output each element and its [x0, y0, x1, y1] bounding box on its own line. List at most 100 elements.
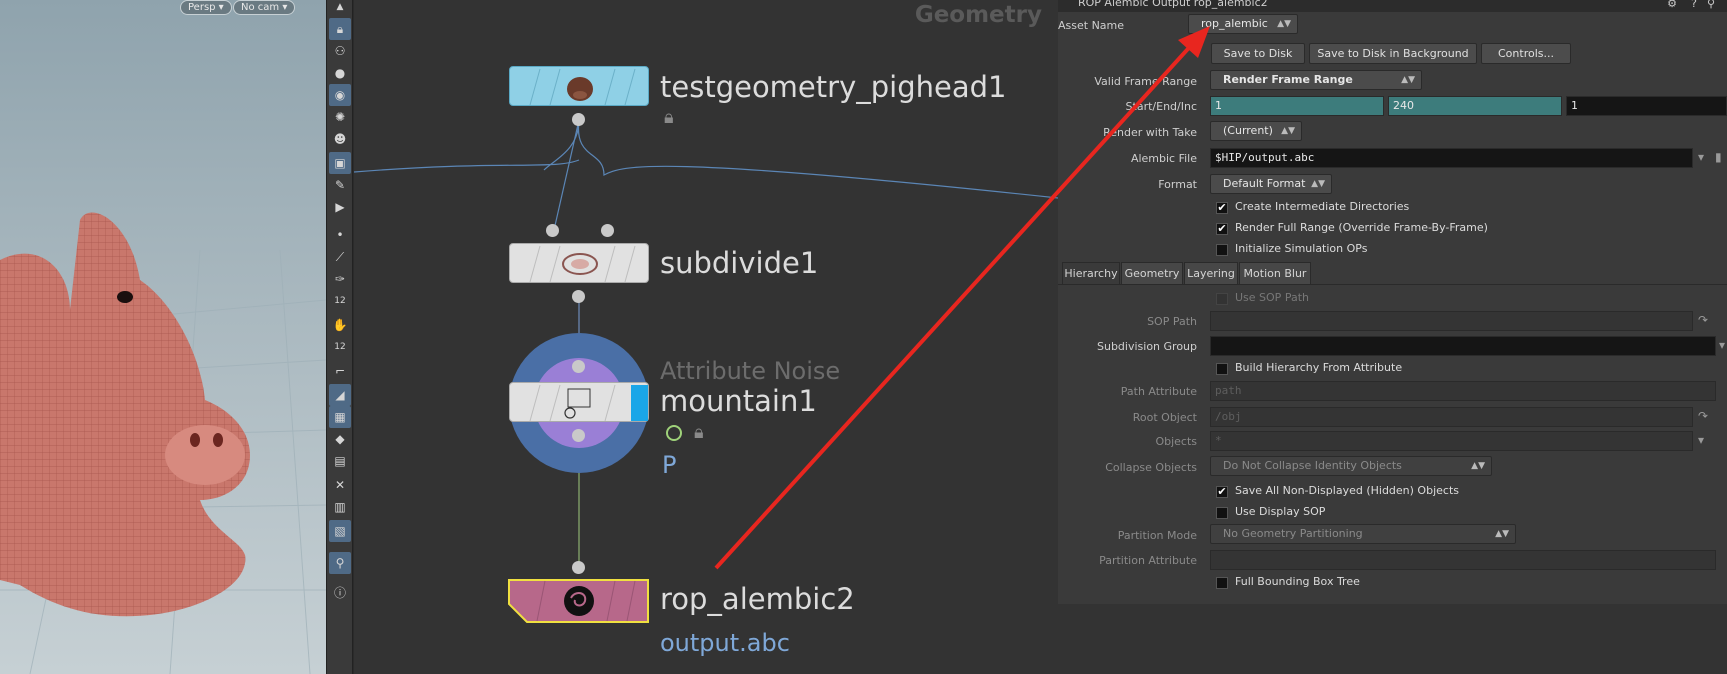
node-type-label: Attribute Noise: [660, 357, 841, 385]
file-browse-icon[interactable]: ▮: [1715, 150, 1722, 164]
numbers-icon[interactable]: 12: [329, 290, 351, 312]
brush-icon[interactable]: ✎: [329, 174, 351, 196]
camera-menu[interactable]: Persp ▾: [180, 0, 232, 15]
person-icon[interactable]: ☻: [329, 128, 351, 150]
controls-button[interactable]: Controls...: [1481, 43, 1571, 64]
network-editor[interactable]: Geometry testgeometry_pighead1 🔒︎ subdiv…: [354, 0, 1058, 674]
collapse-objects-menu[interactable]: Do Not Collapse Identity Objects ▲▼: [1210, 456, 1492, 476]
video-icon[interactable]: ▶: [329, 196, 351, 218]
display-icon[interactable]: ▥: [329, 496, 351, 518]
dot-icon[interactable]: •: [329, 224, 351, 246]
end-frame-field[interactable]: 240: [1388, 96, 1562, 116]
scroll-up-icon[interactable]: ▲: [329, 0, 351, 14]
no-cam-menu[interactable]: No cam ▾: [233, 0, 296, 15]
sphere-icon[interactable]: ●: [329, 62, 351, 84]
collapse-objects-label: Collapse Objects: [1105, 461, 1197, 474]
subdivision-group-field[interactable]: [1210, 336, 1716, 356]
full-bbox-label: Full Bounding Box Tree: [1235, 575, 1360, 588]
pighead-model: [0, 212, 250, 617]
format-menu[interactable]: Default Format ▲▼: [1210, 174, 1332, 194]
use-display-sop-checkbox[interactable]: [1216, 507, 1228, 519]
sop-path-label: SOP Path: [1147, 315, 1197, 328]
node-output-port[interactable]: [572, 290, 585, 303]
dropdown-icon[interactable]: ▾: [1698, 433, 1704, 447]
jump-icon[interactable]: ↷: [1698, 313, 1708, 327]
alembic-file-field[interactable]: $HIP/output.abc: [1210, 148, 1693, 168]
clock-icon[interactable]: [666, 425, 682, 441]
tab-hierarchy[interactable]: Hierarchy: [1062, 262, 1120, 284]
full-bbox-checkbox[interactable]: [1216, 577, 1228, 589]
format-label: Format: [1158, 178, 1197, 191]
dropdown-icon[interactable]: ▾: [1698, 150, 1704, 164]
hierarchy-panel: Use SOP Path SOP Path ↷ Subdivision Grou…: [1058, 284, 1727, 604]
node-input-port[interactable]: [572, 360, 585, 373]
inc-frame-field[interactable]: 1: [1566, 96, 1727, 116]
gear-icon[interactable]: ⚙: [1667, 0, 1677, 10]
path-attribute-field[interactable]: path: [1210, 381, 1716, 401]
map-icon[interactable]: ▤: [329, 450, 351, 472]
root-object-field[interactable]: /obj: [1210, 407, 1693, 427]
node-mountain[interactable]: [509, 382, 649, 422]
pose-icon[interactable]: ⚇: [329, 40, 351, 62]
tab-geometry[interactable]: Geometry: [1121, 262, 1183, 284]
render-full-range-label: Render Full Range (Override Frame-By-Fra…: [1235, 221, 1488, 234]
light-icon[interactable]: ◉: [329, 84, 351, 106]
handle-icon[interactable]: ✋: [329, 314, 351, 336]
build-hierarchy-checkbox[interactable]: [1216, 363, 1228, 375]
cross-icon[interactable]: ✕: [329, 474, 351, 496]
asset-name-label: Asset Name: [1058, 19, 1125, 32]
node-rop-alembic[interactable]: [507, 578, 651, 626]
dropdown-icon[interactable]: ▾: [1719, 338, 1725, 352]
bulb-icon[interactable]: ✺: [329, 106, 351, 128]
partition-attribute-field[interactable]: [1210, 550, 1716, 570]
edge-icon[interactable]: ⟋: [329, 246, 351, 268]
tab-motion-blur[interactable]: Motion Blur: [1239, 262, 1311, 284]
numbers2-icon[interactable]: 12: [329, 336, 351, 358]
pen-icon[interactable]: ✑: [329, 268, 351, 290]
partition-mode-menu[interactable]: No Geometry Partitioning ▲▼: [1210, 524, 1516, 544]
lock-icon[interactable]: 🔒︎: [664, 107, 674, 128]
corner-icon[interactable]: ⌐: [329, 360, 351, 382]
lock-icon[interactable]: 🔒︎: [329, 18, 351, 40]
help-icon[interactable]: ?: [1691, 0, 1697, 10]
valid-frame-range-label: Valid Frame Range: [1094, 75, 1197, 88]
init-sim-ops-label: Initialize Simulation OPs: [1235, 242, 1368, 255]
save-to-disk-background-button[interactable]: Save to Disk in Background: [1309, 43, 1477, 64]
diamond-icon[interactable]: ◆: [329, 428, 351, 450]
render-full-range-checkbox[interactable]: ✔: [1216, 223, 1228, 235]
valid-frame-range-menu[interactable]: Render Frame Range ▲▼: [1210, 70, 1422, 90]
snap-icon[interactable]: ◢: [329, 384, 351, 406]
create-dirs-checkbox[interactable]: ✔: [1216, 202, 1228, 214]
init-sim-ops-checkbox[interactable]: [1216, 244, 1228, 256]
asset-name-menu[interactable]: rop_alembic ▲▼: [1188, 14, 1298, 34]
shader-icon[interactable]: ▣: [329, 152, 351, 174]
objects-field[interactable]: *: [1210, 431, 1693, 451]
search-icon[interactable]: ⚲: [1707, 0, 1715, 10]
frame-icon[interactable]: ▧: [329, 520, 351, 542]
jump-icon[interactable]: ↷: [1698, 409, 1708, 423]
node-input-port[interactable]: [572, 561, 585, 574]
save-to-disk-button[interactable]: Save to Disk: [1211, 43, 1305, 64]
node-input-port[interactable]: [546, 224, 559, 237]
save-hidden-checkbox[interactable]: ✔: [1216, 486, 1228, 498]
node-subdivide[interactable]: [509, 243, 649, 283]
node-output-port[interactable]: [572, 113, 585, 126]
houdini-window: Persp ▾ No cam ▾ ▲ 🔒︎ ⚇ ● ◉ ✺ ☻ ▣ ✎ ▶ • …: [0, 0, 1727, 674]
node-input-port[interactable]: [601, 224, 614, 237]
scene-viewport[interactable]: Persp ▾ No cam ▾: [0, 0, 326, 674]
node-badge: P: [662, 451, 677, 479]
lock-icon[interactable]: 🔒︎: [694, 422, 704, 443]
node-testgeometry-pighead[interactable]: [509, 66, 649, 106]
root-object-label: Root Object: [1132, 411, 1197, 424]
tab-layering[interactable]: Layering: [1184, 262, 1238, 284]
start-end-inc-label: Start/End/Inc: [1125, 100, 1197, 113]
node-output-port[interactable]: [572, 429, 585, 442]
use-sop-path-checkbox[interactable]: [1216, 293, 1228, 305]
sop-path-field[interactable]: [1210, 311, 1693, 331]
render-with-take-menu[interactable]: (Current) ▲▼: [1210, 121, 1302, 141]
param-empty-area: [1058, 604, 1727, 674]
info-icon[interactable]: ⓘ: [329, 582, 351, 604]
pin-icon[interactable]: ⚲: [329, 552, 351, 574]
start-frame-field[interactable]: 1: [1210, 96, 1384, 116]
grid-icon[interactable]: ▦: [329, 406, 351, 428]
